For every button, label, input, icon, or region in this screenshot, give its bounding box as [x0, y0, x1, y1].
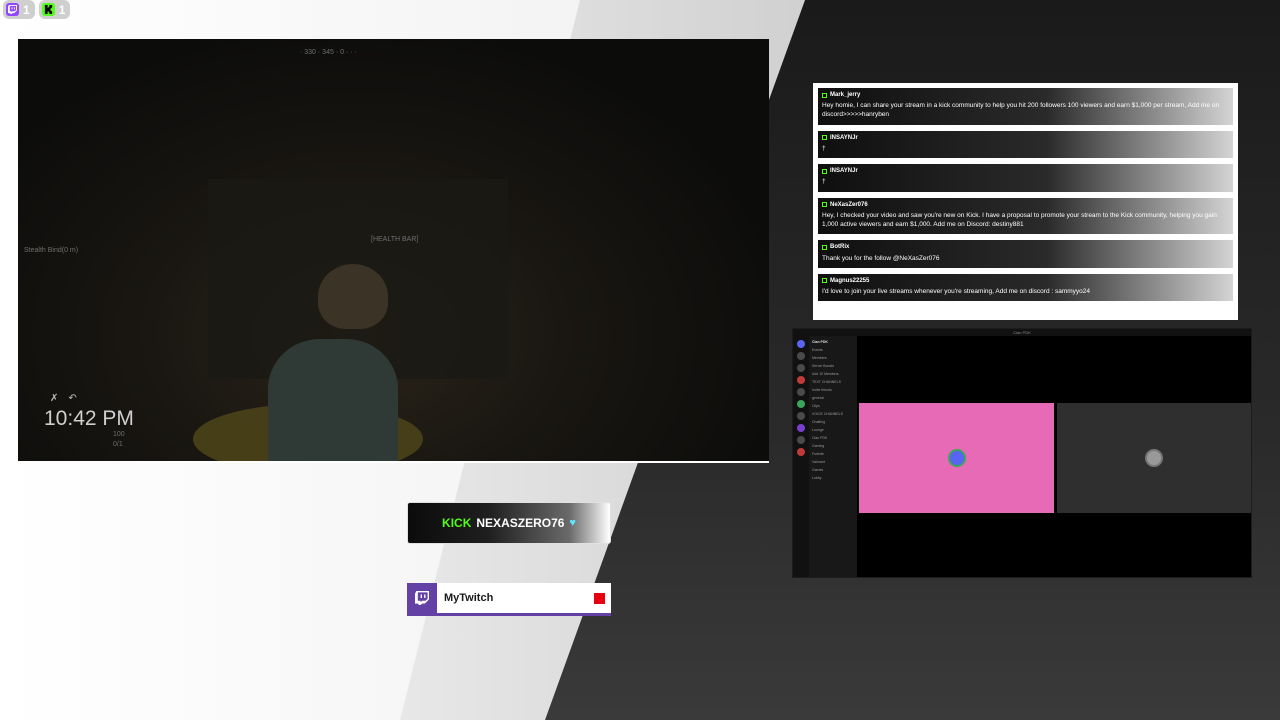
game-character-body	[268, 339, 398, 461]
kick-icon	[41, 3, 55, 16]
chat-username: BotRix	[830, 244, 850, 251]
discord-participant-tile	[859, 403, 1054, 513]
kick-username: NEXASZERO76	[476, 516, 565, 530]
channel-item: Invite friends	[812, 388, 832, 392]
server-icon	[797, 412, 805, 420]
twitch-icon	[407, 583, 437, 613]
return-icon: ↶	[68, 393, 77, 404]
server-icon	[797, 400, 805, 408]
channel-item: Valorant	[812, 460, 825, 464]
kick-channel-banner: KICK NEXASZERO76 ♥	[407, 502, 611, 544]
viewer-badges: 1 1	[3, 0, 71, 19]
chat-username: NeXasZer076	[830, 201, 868, 208]
channel-item: Events	[812, 348, 823, 352]
chat-text: Hey homie, I can share your stream in a …	[822, 102, 1220, 119]
channel-item: Add 10 Members	[812, 372, 839, 376]
mic-muted-icon: ✗	[50, 393, 59, 404]
chat-text: †	[822, 144, 826, 152]
chat-badge-icon	[822, 92, 827, 98]
heart-icon: ♥	[569, 517, 576, 529]
channel-item: Members	[812, 356, 827, 360]
channel-item: Fortnite	[812, 452, 824, 456]
chat-message: Mark_jerry Hey homie, I can share your s…	[818, 88, 1233, 125]
chat-badge-icon	[822, 202, 827, 208]
twitch-viewer-badge: 1	[3, 0, 35, 19]
chat-text: I'd love to join your live streams whene…	[822, 288, 1091, 295]
channel-item: VOICE CHANNELS	[812, 412, 843, 416]
server-icon	[797, 388, 805, 396]
avatar	[1145, 449, 1163, 467]
channel-item: Lounge	[812, 428, 824, 432]
avatar	[947, 449, 966, 467]
game-clock: 10:42 PM	[44, 407, 134, 430]
twitch-viewer-count: 1	[23, 2, 30, 17]
server-icon	[797, 376, 805, 384]
kick-logo: KICK	[442, 516, 472, 530]
channel-item: Clips	[812, 404, 820, 408]
chat-overlay: Mark_jerry Hey homie, I can share your s…	[813, 83, 1238, 320]
game-character-head	[318, 264, 388, 329]
chat-message: NeXasZer076 Hey, I checked your video an…	[818, 197, 1233, 235]
chat-message: BotRix Thank you for the follow @NeXasZe…	[818, 240, 1233, 268]
server-icon	[797, 364, 805, 372]
server-icon	[797, 352, 805, 360]
channel-item: Lobby	[812, 476, 822, 480]
live-indicator	[594, 592, 605, 604]
chat-message: INSAYNJr †	[818, 130, 1233, 159]
discord-home-icon	[797, 340, 805, 348]
game-capture: · 330 · 345 · 0 · · · [HEALTH BAR] Steal…	[18, 39, 769, 463]
chat-text: †	[822, 178, 826, 186]
chat-text: Thank you for the follow @NeXasZer076	[822, 254, 940, 262]
server-icon	[797, 448, 805, 456]
channel-item: Gaming	[812, 444, 825, 448]
game-hud-compass: · 330 · 345 · 0 · · ·	[300, 49, 357, 56]
channel-item: general	[812, 396, 824, 400]
kick-viewer-count: 1	[58, 2, 66, 17]
chat-text: Hey, I checked your video and saw you're…	[822, 211, 1217, 229]
server-icon	[797, 424, 805, 432]
chat-top-accent	[988, 83, 1063, 86]
discord-titlebar: Clan PDK	[793, 329, 1251, 336]
discord-window-title: Clan PDK	[1013, 330, 1031, 335]
game-hud-status: [HEALTH BAR]	[371, 236, 419, 243]
discord-channel-list: Clan PDK Events Members Server Boosts Ad…	[809, 336, 857, 577]
discord-server-name: Clan PDK	[812, 340, 828, 344]
chat-username: Mark_jerry	[830, 92, 861, 98]
server-icon	[797, 436, 805, 444]
chat-badge-icon	[822, 244, 827, 250]
chat-message: INSAYNJr †	[818, 164, 1233, 192]
chat-username: INSAYNJr	[830, 168, 858, 175]
chat-username: INSAYNJr	[830, 134, 858, 141]
twitch-icon	[6, 3, 19, 16]
chat-username: Magnus22255	[830, 277, 870, 284]
game-hud-icons: ✗ ↶	[50, 393, 77, 404]
game-hud-health: 100	[113, 431, 125, 438]
channel-item: Server Boosts	[812, 364, 834, 368]
twitch-channel-name: MyTwitch	[444, 592, 494, 604]
chat-message: Magnus22255 I'd love to join your live s…	[818, 273, 1233, 302]
discord-server-rail	[793, 336, 809, 577]
channel-item: Games	[812, 468, 824, 472]
kick-viewer-badge: 1	[38, 0, 71, 19]
channel-item: TEXT CHANNELS	[812, 380, 841, 384]
twitch-channel-banner: MyTwitch	[407, 583, 611, 616]
game-hud-ammo: 0/1	[113, 441, 123, 448]
channel-item: Clan PDK	[812, 436, 828, 440]
game-hud-left-info: Stealth Bind(0 m)	[24, 247, 79, 254]
discord-call-capture: Clan PDK Clan PDK Events Members Server …	[792, 328, 1252, 578]
discord-participant-tile	[1057, 403, 1251, 513]
chat-badge-icon	[822, 278, 827, 284]
channel-item: Chatting	[812, 420, 826, 424]
chat-badge-icon	[822, 168, 827, 174]
chat-badge-icon	[822, 135, 827, 141]
